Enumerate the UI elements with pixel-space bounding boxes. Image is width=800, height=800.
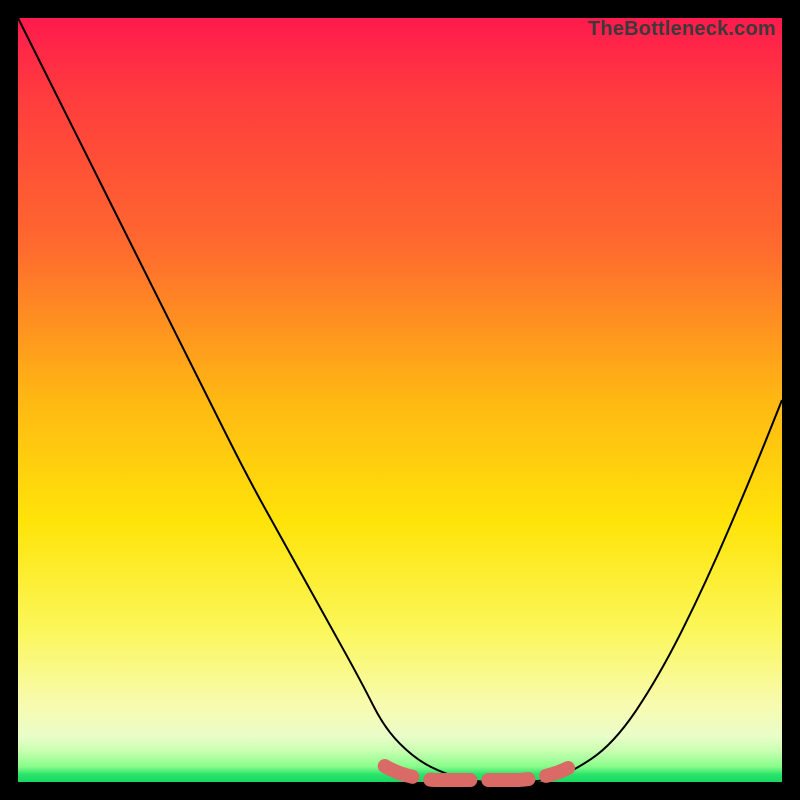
chart-stage: TheBottleneck.com <box>0 0 800 800</box>
bottleneck-curve <box>18 18 782 782</box>
chart-svg <box>18 18 782 782</box>
optimal-flat-marker <box>385 766 568 780</box>
chart-plot-area: TheBottleneck.com <box>18 18 782 782</box>
